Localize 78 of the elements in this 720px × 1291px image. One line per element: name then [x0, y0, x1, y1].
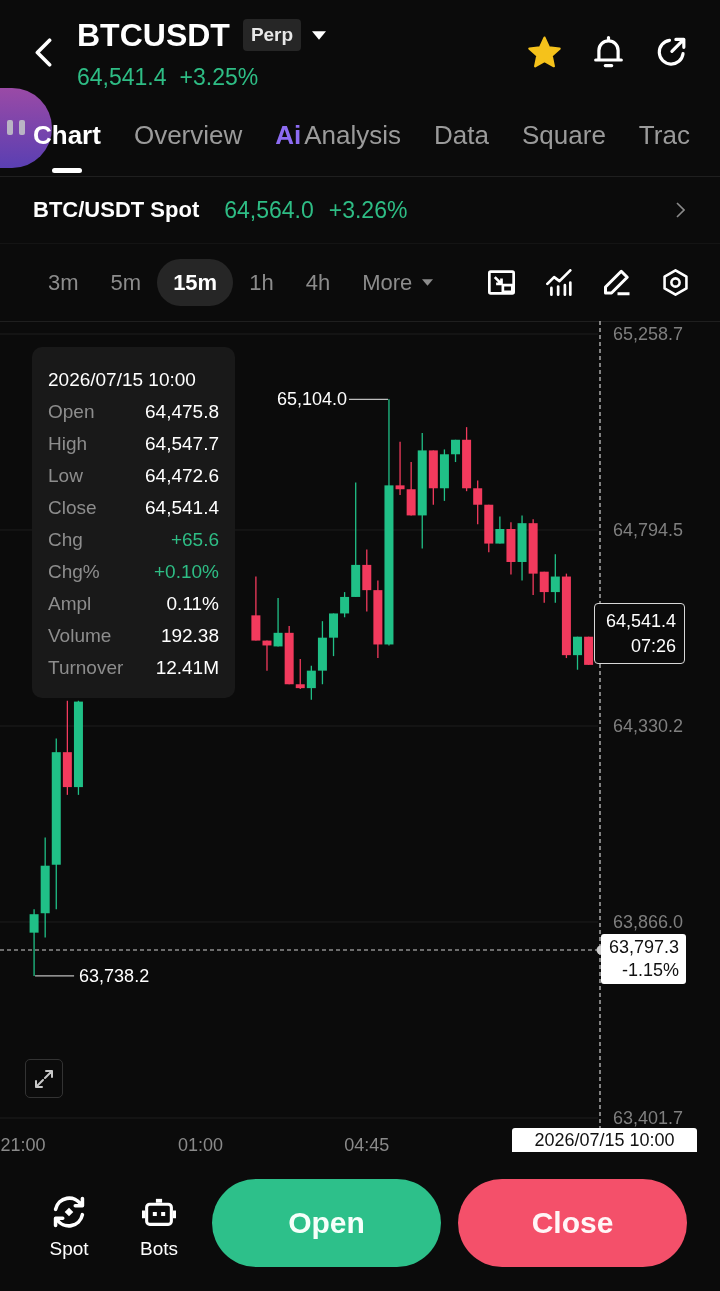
leader-line [348, 398, 389, 400]
tooltip-value: 192.38 [160, 625, 219, 647]
tooltip-label: Open [48, 401, 95, 423]
caret-icon[interactable] [312, 30, 327, 40]
tab[interactable]: Trac [638, 100, 690, 176]
tooltip-label: Ampl [48, 593, 92, 615]
time-axis-label: 01:00 [177, 1135, 223, 1155]
tooltip-label: Turnover [48, 657, 124, 679]
last-price: 64,541.4 [77, 63, 167, 91]
tooltip-value: 64,547.7 [145, 433, 219, 455]
interval-tab[interactable]: 3m [32, 259, 95, 306]
tooltip-value: 64,475.8 [145, 401, 219, 423]
interval-tab[interactable]: 4h [289, 259, 347, 306]
pencil-icon[interactable] [604, 269, 631, 296]
tooltip-label: Close [48, 497, 97, 519]
tooltip-value: 64,541.4 [145, 497, 219, 519]
interval-tab[interactable]: 1h [233, 259, 290, 306]
price-axis-label: 64,330.2 [613, 716, 684, 736]
tooltip-label: Volume [48, 625, 112, 647]
tooltip-value: +65.6 [170, 529, 219, 551]
price-axis-label: 65,258.7 [613, 324, 684, 344]
crosshair-price: 63,797.3 [608, 936, 679, 959]
caret-icon [422, 279, 434, 286]
tooltip-value: 12.41M [155, 657, 219, 679]
tooltip-time: 2026/07/15 10:00 [48, 368, 197, 392]
candle-countdown: 07:26 [630, 634, 676, 658]
tooltip-value: 0.11% [166, 593, 219, 615]
interval-tab[interactable]: 15m [157, 259, 234, 306]
candle [517, 514, 527, 582]
settings-icon[interactable] [662, 269, 689, 296]
expand-icon [35, 1069, 53, 1088]
low-price-label: 63,738.2 [79, 964, 150, 987]
float-window-icon[interactable] [488, 269, 515, 296]
tooltip-label: Chg% [48, 561, 100, 583]
contract-type-badge[interactable]: Perp [242, 19, 302, 51]
tooltip-value: 64,472.6 [145, 465, 219, 487]
last-price-value: 64,541.4 [605, 609, 676, 633]
candle [451, 439, 460, 463]
chevron-right-icon[interactable] [676, 202, 685, 218]
candle [439, 448, 449, 502]
tooltip-label: High [48, 433, 88, 455]
high-price-label: 65,104.0 [276, 388, 347, 411]
price-axis-label: 63,401.7 [613, 1108, 684, 1128]
price-axis-label: 64,794.5 [613, 519, 684, 540]
symbol-title: BTCUSDT [77, 16, 230, 54]
tab[interactable]: AiAnalysis [275, 100, 402, 176]
price-change: +3.25% [179, 63, 259, 91]
tab[interactable]: Overview [133, 100, 243, 176]
crosshair-time-tag: 2026/07/15 10:00 [512, 1128, 697, 1152]
tooltip-value: +0.10% [154, 561, 219, 583]
shortcut-button[interactable]: Bots [124, 1195, 194, 1260]
back-icon[interactable] [35, 38, 52, 67]
shortcut-button[interactable]: Spot [34, 1195, 104, 1260]
time-axis-label: 04:45 [344, 1135, 390, 1155]
more-dropdown[interactable]: More [346, 259, 450, 306]
candle [329, 612, 338, 657]
star-icon[interactable] [528, 36, 561, 68]
spot-price: 64,564.0 [224, 196, 314, 224]
time-axis-label: 21:00 [0, 1135, 46, 1155]
interval-tab[interactable]: 5m [94, 259, 158, 306]
tooltip-label: Low [48, 465, 83, 487]
exchange-icon [52, 1195, 86, 1229]
pause-icon [7, 120, 25, 135]
leader-line [34, 975, 75, 977]
tab[interactable]: Data [434, 100, 489, 176]
price-axis-label: 63,866.0 [613, 911, 684, 932]
tooltip-label: Chg [48, 529, 83, 551]
circular-arrow-icon[interactable] [656, 36, 687, 68]
spot-change: +3.26% [328, 196, 408, 224]
expand-button[interactable] [25, 1059, 63, 1098]
indicator-icon[interactable] [546, 269, 573, 296]
spot-pair-label[interactable]: BTC/USDT Spot [33, 197, 200, 223]
tab[interactable]: Square [522, 100, 606, 176]
candle [584, 636, 594, 666]
ai-prefix-label: Ai [275, 119, 302, 151]
candle [573, 636, 582, 671]
crosshair-change: -1.15% [621, 959, 679, 982]
bell-icon[interactable] [594, 36, 623, 68]
